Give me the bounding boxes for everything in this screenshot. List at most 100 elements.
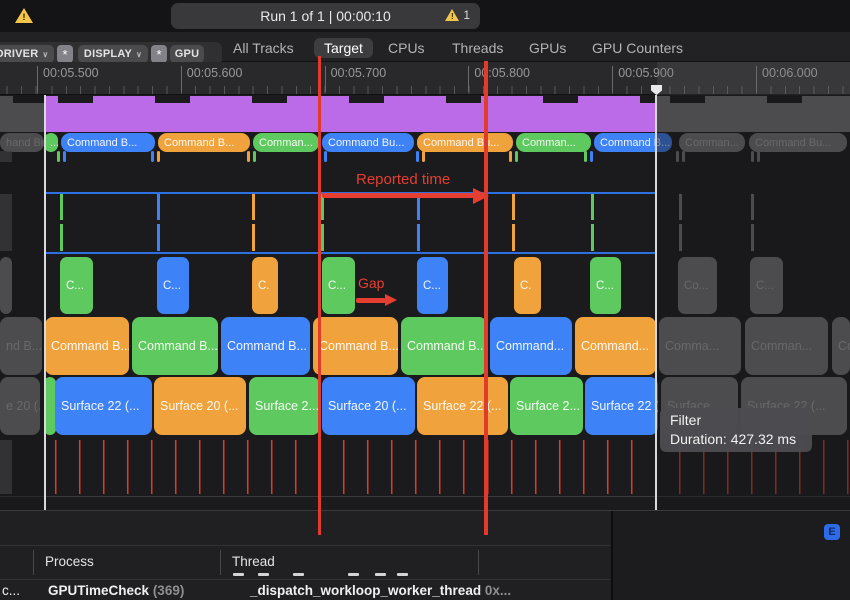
command-buffer-block[interactable]: Command B... xyxy=(313,317,398,375)
instruments-window: ! Run 1 of 1 | 00:00:10 ! 1 DRIVER∨ DISPL… xyxy=(0,0,850,600)
command-buffer-pill[interactable]: Comman... xyxy=(253,133,319,152)
surface-block[interactable]: Surface 2... xyxy=(249,377,320,435)
command-buffer-block[interactable]: Command B... xyxy=(401,317,487,375)
event-tick xyxy=(591,194,594,251)
command-buffer-pill[interactable]: Comman... xyxy=(516,133,591,152)
command-buffer-pill[interactable]: ... xyxy=(44,133,58,152)
command-buffer-pill[interactable]: Command B... xyxy=(61,133,155,152)
encoder-block[interactable]: C. xyxy=(514,257,541,314)
vsync-track-segment[interactable] xyxy=(45,96,656,132)
filter-tooltip-duration: Duration: 427.32 ms xyxy=(670,430,802,449)
clipped-row-mark xyxy=(293,573,304,577)
detail-panel: Process Thread c... GPUTimeCheck (369) _… xyxy=(0,510,850,600)
tab-gpu-counters[interactable]: GPU Counters xyxy=(592,38,683,58)
command-buffer-block[interactable]: Command B... xyxy=(221,317,310,375)
clipped-row-mark xyxy=(348,573,359,577)
clipped-row-mark xyxy=(375,573,386,577)
event-tick xyxy=(416,151,419,162)
gap-label: Gap xyxy=(358,275,384,291)
title-bar: ! Run 1 of 1 | 00:00:10 ! 1 xyxy=(0,0,850,32)
track-toolbar: DRIVER∨DISPLAY∨GPU** All TracksTargetCPU… xyxy=(0,32,850,62)
column-separator[interactable] xyxy=(220,550,221,575)
filter-end-line[interactable] xyxy=(655,95,657,510)
instrument-button-driver[interactable]: DRIVER∨ xyxy=(0,45,54,63)
surface-block[interactable]: Surface 22 (... xyxy=(585,377,658,435)
event-tick xyxy=(324,151,327,162)
instrument-button-display[interactable]: DISPLAY∨ xyxy=(78,45,148,63)
command-buffer-block[interactable]: Command B... xyxy=(45,317,129,375)
instrument-options-button[interactable]: * xyxy=(57,45,73,63)
gap-arrowhead xyxy=(385,294,397,306)
inspection-line-end[interactable] xyxy=(484,61,488,535)
encoder-block[interactable]: C... xyxy=(157,257,189,314)
event-tick xyxy=(515,151,518,162)
surface-block[interactable]: Surface 2... xyxy=(510,377,583,435)
surface-block[interactable]: Surface 22 (... xyxy=(55,377,152,435)
extended-detail-badge[interactable]: E xyxy=(824,524,840,540)
tab-cpus[interactable]: CPUs xyxy=(388,38,425,58)
reported-time-arrow xyxy=(322,193,474,198)
event-tick xyxy=(247,151,250,162)
tab-threads[interactable]: Threads xyxy=(452,38,503,58)
warning-icon: ! xyxy=(445,9,459,21)
filter-tooltip-title: Filter xyxy=(670,411,802,430)
filter-start-line[interactable] xyxy=(44,95,46,510)
event-tick xyxy=(157,194,160,251)
warning-count: 1 xyxy=(463,8,470,22)
encoder-block[interactable]: C... xyxy=(322,257,355,314)
command-buffer-pill[interactable]: Command Bu... xyxy=(322,133,414,152)
process-cell: GPUTimeCheck (369) xyxy=(48,583,184,598)
tab-target[interactable]: Target xyxy=(314,38,373,58)
surface-block[interactable]: Surface 22 (... xyxy=(417,377,508,435)
event-tick xyxy=(417,194,420,251)
tab-all-tracks[interactable]: All Tracks xyxy=(233,38,294,58)
event-tick xyxy=(157,151,160,162)
event-tick xyxy=(509,151,512,162)
command-buffer-block[interactable]: Command... xyxy=(490,317,572,375)
command-buffer-pill[interactable]: Command B... xyxy=(158,133,250,152)
event-tick xyxy=(253,151,256,162)
command-buffer-block[interactable]: Command B... xyxy=(132,317,218,375)
event-tick xyxy=(151,151,154,162)
event-tick xyxy=(512,194,515,251)
filter-tooltip: Filter Duration: 427.32 ms xyxy=(660,408,812,452)
run-warning-badge[interactable]: ! 1 xyxy=(445,8,470,22)
event-tick xyxy=(422,151,425,162)
chevron-down-icon: ∨ xyxy=(42,50,48,59)
encoder-block[interactable]: C... xyxy=(590,257,621,314)
command-buffer-block[interactable]: Command... xyxy=(575,317,656,375)
column-separator[interactable] xyxy=(33,550,34,575)
chevron-down-icon: ∨ xyxy=(136,50,142,59)
clipped-row-mark xyxy=(397,573,408,577)
encoder-block[interactable]: C... xyxy=(60,257,93,314)
event-tick xyxy=(590,151,593,162)
column-separator[interactable] xyxy=(478,550,479,575)
encoder-block[interactable]: C... xyxy=(417,257,448,314)
event-tick xyxy=(321,194,324,251)
thread-column-header[interactable]: Thread xyxy=(232,554,275,569)
surface-block[interactable]: Surface 20 (... xyxy=(322,377,415,435)
command-buffer-pill[interactable]: Command Bu... xyxy=(417,133,513,152)
run-label: Run 1 of 1 | 00:00:10 xyxy=(260,8,391,24)
filter-dim-left xyxy=(0,95,44,510)
reported-time-label: Reported time xyxy=(356,171,450,188)
process-column-header[interactable]: Process xyxy=(45,554,94,569)
surface-block[interactable]: Surface 20 (... xyxy=(154,377,246,435)
event-tick xyxy=(63,151,66,162)
tab-gpus[interactable]: GPUs xyxy=(529,38,566,58)
gap-arrow xyxy=(356,298,386,303)
event-tick xyxy=(584,151,587,162)
table-row[interactable]: c... GPUTimeCheck (369) _dispatch_worklo… xyxy=(0,580,610,600)
warning-icon[interactable]: ! xyxy=(15,8,33,28)
inspection-line-start[interactable] xyxy=(318,56,322,535)
event-tick xyxy=(57,151,60,162)
clipped-row-mark xyxy=(258,573,269,577)
timeline-tracks: Reported time Gap Filter Duration: 427.3… xyxy=(0,95,850,510)
encoder-block[interactable]: C. xyxy=(252,257,278,314)
instrument-button-gpu[interactable]: GPU xyxy=(170,45,204,63)
instrument-options-button[interactable]: * xyxy=(151,45,167,63)
ruler-label: 00:05.800 xyxy=(468,66,530,92)
ruler-label: 00:05.700 xyxy=(325,66,387,92)
clipped-row-mark xyxy=(233,573,244,577)
run-status-pill[interactable]: Run 1 of 1 | 00:00:10 ! 1 xyxy=(171,3,480,29)
